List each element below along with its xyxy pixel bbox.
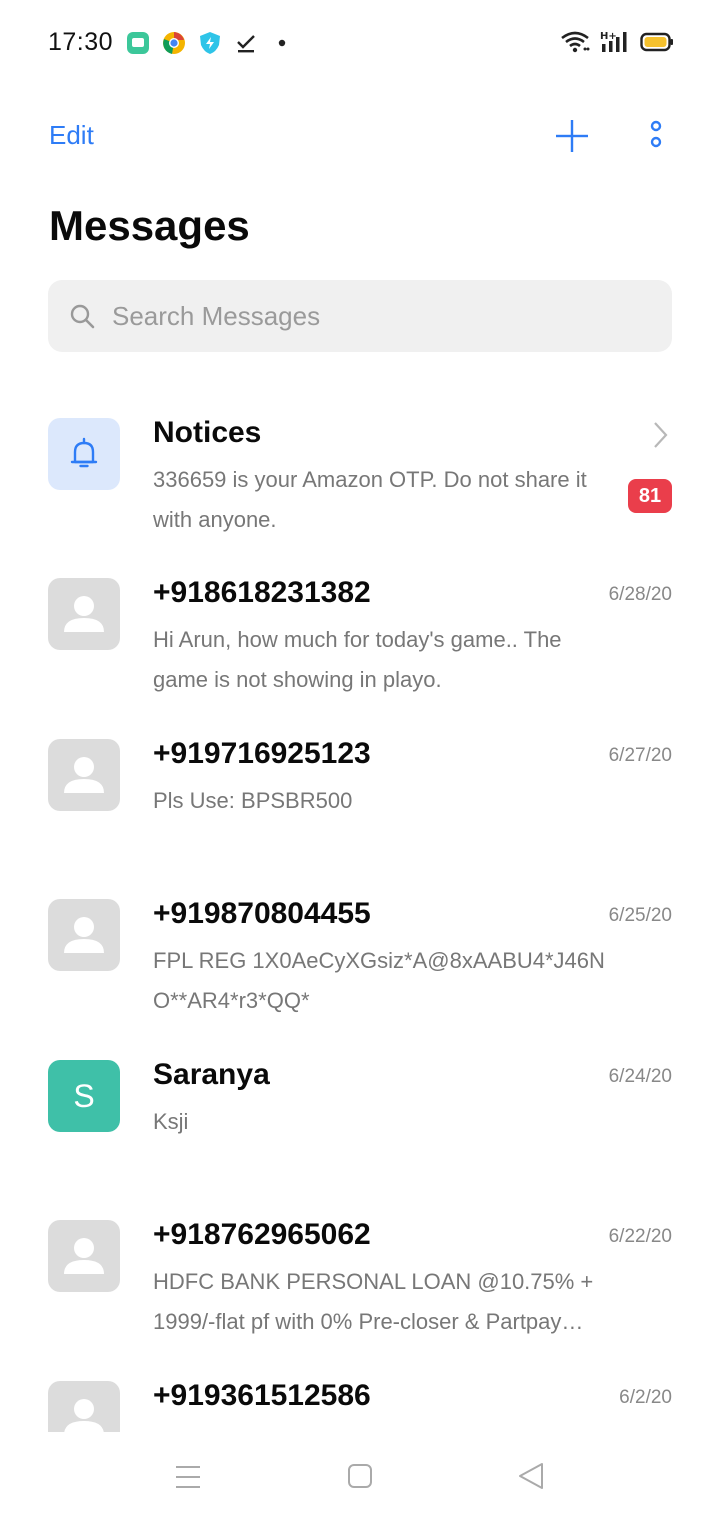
conversation-title: +918618231382 [153,576,371,609]
conversation-row[interactable]: +918618231382 6/28/20 Hi Arun, how much … [0,560,720,720]
person-icon [64,596,104,632]
unread-badge: 81 [628,479,672,513]
conversation-date: 6/2/20 [619,1387,672,1408]
edit-button[interactable]: Edit [49,120,94,151]
avatar [48,418,120,490]
conversation-list[interactable]: Notices 336659 is your Amazon OTP. Do no… [0,400,720,1432]
back-triangle-icon [519,1463,543,1489]
conversation-date: 6/22/20 [608,1226,672,1247]
chevron-right-icon [654,422,668,448]
conversation-title: Saranya [153,1058,270,1091]
conversation-snippet: Hi Arun, how much for today's game.. The… [153,627,562,692]
conversation-date: 6/24/20 [608,1066,672,1087]
search-bar[interactable] [48,280,672,352]
navigation-bar [0,1432,720,1520]
bell-icon [70,437,98,468]
conversation-title: +919716925123 [153,737,371,770]
conversation-title: +919361512586 [153,1379,371,1412]
avatar [48,1381,120,1432]
more-options-icon [650,120,662,148]
conversation-snippet: Ksji [153,1109,189,1134]
person-icon [64,1399,104,1432]
conversation-date: 6/27/20 [608,745,672,766]
avatar [48,899,120,971]
battery-icon [640,31,674,58]
conversation-date: 6/28/20 [608,584,672,605]
status-bar: 17:30 H+ [0,0,720,88]
signal-h-plus-icon: H+ [600,30,630,59]
conversation-title: Notices [153,416,262,449]
svg-text:H+: H+ [600,31,617,42]
conversation-title: +919870804455 [153,897,371,930]
conversation-row[interactable]: S Saranya 6/24/20 Ksji [0,1042,720,1202]
home-square-icon [348,1464,372,1488]
person-icon [64,757,104,793]
conversation-date: 6/25/20 [608,905,672,926]
conversation-snippet: FPL REG 1X0AeCyXGsiz*A@8xAABU4*J46N O**A… [153,948,605,1013]
more-options-button[interactable] [638,116,674,156]
conversation-row[interactable]: +919716925123 6/27/20 Pls Use: BPSBR500 [0,721,720,881]
menu-icon [176,1466,200,1488]
search-input[interactable] [110,300,634,333]
page-title: Messages [49,202,250,249]
plus-icon [556,120,588,152]
menu-button[interactable] [168,1460,208,1494]
home-button[interactable] [340,1460,380,1494]
status-time: 17:30 [48,28,114,56]
shield-bolt-icon [197,30,223,56]
notification-icons [125,30,295,56]
chrome-icon [161,30,187,56]
conversation-title: +918762965062 [153,1218,371,1251]
conversation-snippet: 336659 is your Amazon OTP. Do not share … [153,467,587,532]
system-status-icons: H+ [560,30,674,59]
avatar [48,739,120,811]
conversation-snippet: Pls Use: BPSBR500 [153,788,353,813]
dot-icon [269,30,295,56]
top-bar: Edit [0,100,720,170]
person-icon [64,1238,104,1274]
new-message-button[interactable] [552,116,592,156]
person-icon [64,917,104,953]
wifi-icon [560,30,590,59]
avatar [48,578,120,650]
message-app-icon [125,30,151,56]
avatar-letter: S [48,1060,120,1132]
download-done-icon [233,30,259,56]
conversation-row[interactable]: +919870804455 6/25/20 FPL REG 1X0AeCyXGs… [0,881,720,1041]
conversation-snippet: HDFC BANK PERSONAL LOAN @10.75% + 1999/-… [153,1269,594,1334]
conversation-row[interactable]: +918762965062 6/22/20 HDFC BANK PERSONAL… [0,1202,720,1362]
search-icon [70,304,95,329]
conversation-row-notices[interactable]: Notices 336659 is your Amazon OTP. Do no… [0,400,720,560]
back-button[interactable] [512,1460,552,1494]
conversation-row[interactable]: +919361512586 6/2/20 [0,1363,720,1432]
avatar [48,1220,120,1292]
